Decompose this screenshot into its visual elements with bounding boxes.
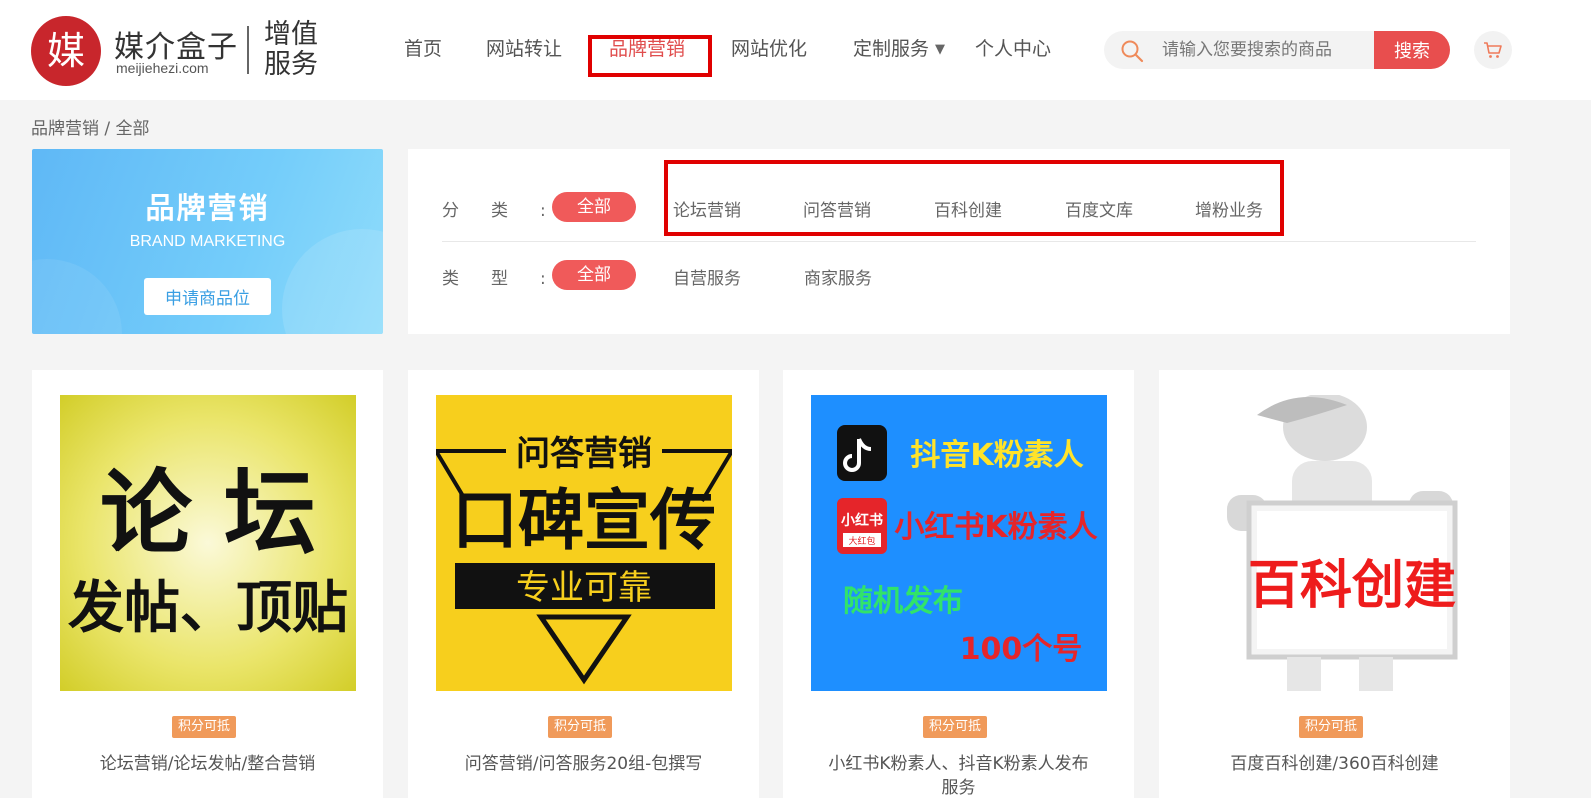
category-highlight-box	[664, 160, 1284, 236]
cart-button[interactable]	[1474, 31, 1512, 69]
points-deductible-badge: 积分可抵	[548, 716, 613, 738]
baike-poster-image: 百科创建	[1187, 395, 1483, 691]
logo-mark[interactable]: 媒	[31, 16, 101, 86]
apply-listing-button[interactable]: 申请商品位	[144, 278, 271, 315]
category-filter-label: 分类:	[442, 201, 546, 221]
points-deductible-badge: 积分可抵	[172, 716, 237, 738]
poster-text: 大红包	[848, 535, 875, 547]
poster-text: 抖音K粉素人	[910, 438, 1083, 473]
product-card[interactable]: 百科创建 积分可抵 百度百科创建/360百科创建	[1159, 370, 1510, 798]
product-card[interactable]: 问答营销 口碑宣传 专业可靠 积分可抵 问答营销/问答服务20组-包撰写	[408, 370, 759, 798]
nav-custom-service-label: 定制服务	[853, 38, 930, 60]
search-icon	[1121, 40, 1144, 63]
poster-text: 随机发布	[843, 584, 963, 619]
poster-text: 口碑宣传	[452, 481, 716, 559]
banner-subtitle: BRAND MARKETING	[129, 233, 286, 250]
breadcrumb[interactable]: 品牌营销 / 全部	[31, 114, 150, 139]
site-header: 媒 媒介盒子 meijiehezi.com 增值服务 首页 网站转让 品牌营销 …	[0, 0, 1591, 100]
product-title[interactable]: 问答营销/问答服务20组-包撰写	[448, 752, 719, 776]
poster-text: 专业可靠	[516, 568, 652, 608]
product-card[interactable]: 论 坛 发帖、顶贴 积分可抵 论坛营销/论坛发帖/整合营销	[32, 370, 383, 798]
points-deductible-badge: 积分可抵	[923, 716, 988, 738]
product-image[interactable]: 百科创建	[1187, 395, 1483, 691]
chevron-down-icon: ▼	[935, 42, 946, 57]
product-title[interactable]: 论坛营销/论坛发帖/整合营销	[72, 752, 343, 776]
category-banner: 品牌营销 BRAND MARKETING 申请商品位	[32, 149, 383, 334]
banner-title: 品牌营销	[145, 191, 270, 225]
social-poster-image: 抖音K粉素人 小红书 大红包 小红书K粉素人 随机发布 100个号	[811, 395, 1107, 691]
filter-divider	[442, 241, 1476, 242]
search-bar: 搜索	[1104, 31, 1450, 69]
poster-text: 论 坛	[100, 459, 316, 567]
product-title[interactable]: 百度百科创建/360百科创建	[1199, 752, 1470, 776]
nav-custom-service[interactable]: 定制服务 ▼	[853, 34, 945, 61]
type-chip-all[interactable]: 全部	[552, 260, 636, 290]
category-chip-all[interactable]: 全部	[552, 192, 636, 222]
search-button[interactable]: 搜索	[1374, 31, 1450, 69]
product-image[interactable]: 抖音K粉素人 小红书 大红包 小红书K粉素人 随机发布 100个号	[811, 395, 1107, 691]
nav-site-optimization[interactable]: 网站优化	[731, 34, 807, 61]
tiktok-icon	[837, 425, 887, 481]
nav-user-center[interactable]: 个人中心	[975, 34, 1051, 61]
type-filter-label: 类型:	[442, 269, 546, 289]
forum-poster-image: 论 坛 发帖、顶贴	[60, 395, 356, 691]
nav-home[interactable]: 首页	[404, 34, 442, 61]
type-chip-self-operated[interactable]: 自营服务	[673, 264, 741, 289]
qa-poster-image: 问答营销 口碑宣传 专业可靠	[436, 395, 732, 691]
poster-text: 百科创建	[1248, 555, 1456, 616]
points-deductible-badge: 积分可抵	[1299, 716, 1364, 738]
filter-panel: 分类: 全部 论坛营销 问答营销 百科创建 百度文库 增粉业务 类型: 全部 自…	[408, 149, 1510, 334]
poster-text: 发帖、顶贴	[68, 575, 348, 641]
type-chip-merchant[interactable]: 商家服务	[804, 264, 872, 289]
product-image[interactable]: 论 坛 发帖、顶贴	[60, 395, 356, 691]
nav-highlight-box	[588, 35, 712, 77]
product-title[interactable]: 小红书K粉素人、抖音K粉素人发布服务	[823, 752, 1094, 798]
poster-text: 小红书K粉素人	[894, 510, 1097, 545]
poster-text: 问答营销	[516, 434, 652, 474]
banner-decoration	[32, 259, 122, 334]
logo-domain: meijiehezi.com	[116, 60, 209, 76]
logo-tagline: 增值服务	[264, 19, 318, 80]
poster-text: 小红书	[841, 512, 883, 529]
poster-text: 100个号	[960, 632, 1083, 667]
nav-site-transfer[interactable]: 网站转让	[486, 34, 562, 61]
search-input[interactable]	[1162, 36, 1372, 64]
cart-icon	[1484, 42, 1502, 58]
product-card[interactable]: 抖音K粉素人 小红书 大红包 小红书K粉素人 随机发布 100个号 积分可抵 小…	[783, 370, 1134, 798]
logo-divider	[247, 26, 249, 74]
product-image[interactable]: 问答营销 口碑宣传 专业可靠	[436, 395, 732, 691]
